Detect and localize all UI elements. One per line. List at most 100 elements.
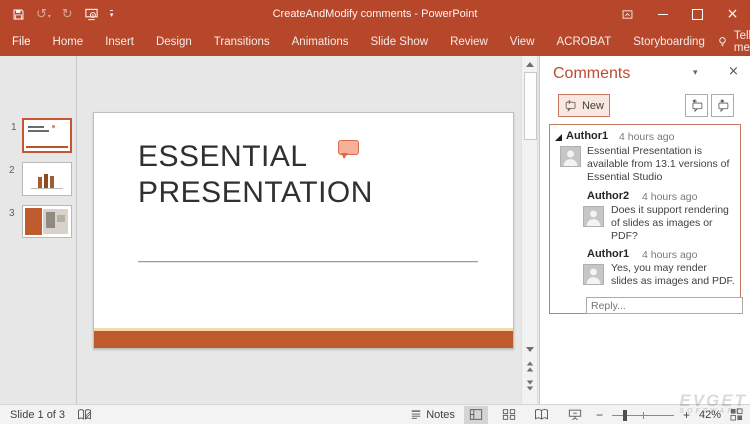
comment-text: Yes, you may render slides as images and… [611, 262, 743, 288]
comment-text: Essential Presentation is available from… [587, 145, 742, 184]
comments-pane-title: Comments [553, 65, 630, 83]
previous-comment-icon [690, 99, 704, 112]
comment-timestamp: 4 hours ago [642, 191, 697, 203]
tab-home[interactable]: Home [42, 28, 95, 56]
slide-2-thumbnail[interactable] [22, 162, 72, 196]
lightbulb-icon [716, 35, 729, 49]
comments-pane: Comments ▾ × New Author1 4 hours ago Ess [539, 56, 750, 404]
slide-3-number: 3 [9, 208, 15, 219]
thumb-title-line [28, 126, 44, 128]
thumb-title-line [28, 130, 49, 132]
undo-dropdown-icon[interactable]: ▾ [48, 12, 51, 22]
slide-show-view-button[interactable] [563, 406, 587, 424]
tell-me-label: Tell me [734, 30, 750, 54]
slide-1-number: 1 [11, 122, 17, 133]
redo-icon[interactable]: ↻ [62, 7, 73, 22]
undo-button[interactable]: ↺ ▾ [36, 7, 51, 22]
next-slide-button[interactable] [522, 378, 537, 392]
comment-author: Author1 [587, 248, 629, 260]
avatar [560, 146, 581, 167]
slide-sorter-icon [502, 408, 516, 421]
zoom-percentage[interactable]: 42% [699, 409, 721, 421]
next-slide-icon [526, 380, 532, 384]
slide-sorter-view-button[interactable] [497, 406, 521, 424]
new-comment-icon [564, 99, 578, 112]
customize-qat-icon[interactable]: ▾ [110, 10, 114, 19]
previous-slide-icon [526, 367, 532, 371]
close-button[interactable]: × [715, 0, 750, 28]
tab-transitions[interactable]: Transitions [203, 28, 281, 56]
zoom-out-button[interactable]: − [596, 408, 603, 422]
slide-canvas[interactable]: ESSENTIAL PRESENTATION [93, 112, 514, 349]
scroll-up-button[interactable] [522, 57, 537, 71]
comment-author: Author2 [587, 190, 629, 202]
tell-me-box[interactable]: Tell me [716, 28, 750, 56]
workspace: 1 2 3 [0, 56, 750, 404]
thumb-bar [44, 174, 48, 188]
reading-view-button[interactable] [530, 406, 554, 424]
tab-design[interactable]: Design [145, 28, 203, 56]
save-icon[interactable] [12, 8, 25, 21]
scroll-down-icon [526, 347, 534, 352]
thumb-accent-band [26, 146, 68, 149]
new-comment-button[interactable]: New [558, 94, 610, 117]
next-comment-button[interactable] [711, 94, 734, 117]
tab-animations[interactable]: Animations [281, 28, 360, 56]
notes-label: Notes [426, 409, 455, 421]
zoom-slider-tick [643, 412, 644, 419]
thumb-sidebar-block [25, 208, 42, 235]
previous-slide-button[interactable] [522, 359, 537, 373]
next-comment-icon [716, 99, 730, 112]
tab-storyboarding[interactable]: Storyboarding [622, 28, 716, 56]
window-controls: × [610, 0, 750, 28]
normal-view-icon [469, 408, 483, 421]
pane-close-icon[interactable]: × [728, 64, 739, 79]
thumb-bar [38, 177, 42, 188]
slide-comment-icon[interactable] [338, 140, 359, 155]
reading-view-icon [534, 408, 549, 421]
tab-insert[interactable]: Insert [94, 28, 145, 56]
notes-button[interactable]: Notes [410, 409, 455, 421]
tab-slide-show[interactable]: Slide Show [360, 28, 440, 56]
maximize-icon [692, 9, 703, 20]
fit-slide-icon [730, 408, 743, 421]
pane-options-icon[interactable]: ▾ [693, 68, 698, 78]
notes-icon [410, 409, 422, 420]
powerpoint-window: ↺ ▾ ↻ ▾ CreateAndModify comments - Power… [0, 0, 750, 424]
scroll-up-icon [526, 62, 534, 67]
start-from-beginning-icon[interactable] [84, 7, 99, 22]
slide-1-thumbnail[interactable] [22, 118, 72, 153]
normal-view-button[interactable] [464, 406, 488, 424]
thumb-baseline [31, 188, 63, 189]
avatar [583, 206, 604, 227]
previous-comment-button[interactable] [685, 94, 708, 117]
ribbon-display-options-icon[interactable] [610, 0, 645, 28]
slide-thumbnail-panel: 1 2 3 [0, 56, 77, 404]
zoom-slider-thumb[interactable] [623, 410, 627, 421]
slide-show-icon [568, 408, 582, 421]
comment-author: Author1 [566, 130, 608, 142]
scrollbar-thumb[interactable] [524, 72, 537, 140]
comment-thread[interactable]: Author1 4 hours ago Essential Presentati… [549, 124, 741, 314]
slide-3-thumbnail[interactable] [22, 205, 72, 238]
minimize-button[interactable] [645, 0, 680, 28]
collapse-thread-icon[interactable] [555, 134, 562, 141]
zoom-in-button[interactable]: + [683, 408, 690, 422]
tab-acrobat[interactable]: ACROBAT [546, 28, 623, 56]
vertical-scrollbar[interactable] [521, 56, 538, 404]
new-comment-label: New [582, 100, 604, 112]
tab-review[interactable]: Review [439, 28, 499, 56]
title-bar: ↺ ▾ ↻ ▾ CreateAndModify comments - Power… [0, 0, 750, 28]
tab-file[interactable]: File [0, 28, 42, 56]
proofing-icon[interactable] [77, 408, 92, 421]
fit-slide-button[interactable] [730, 408, 743, 421]
slide-bottom-band [94, 331, 513, 348]
tab-view[interactable]: View [499, 28, 546, 56]
slide-divider-line [138, 261, 478, 262]
slide-indicator[interactable]: Slide 1 of 3 [10, 409, 65, 421]
maximize-button[interactable] [680, 0, 715, 28]
previous-slide-icon [526, 361, 532, 365]
scroll-down-button[interactable] [522, 342, 537, 356]
zoom-slider[interactable] [612, 406, 674, 424]
reply-input[interactable] [586, 297, 743, 314]
